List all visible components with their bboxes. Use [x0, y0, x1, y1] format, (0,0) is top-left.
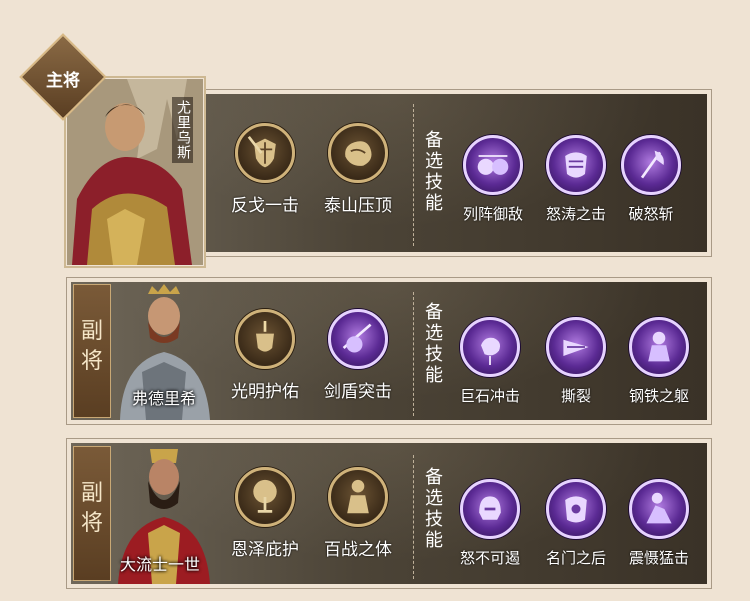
alt-skill-3[interactable]: 破怒斩 — [611, 135, 691, 224]
alt-skill-2[interactable]: 怒涛之击 — [536, 135, 616, 224]
general-portrait-deputy-2[interactable]: 大流士一世 — [112, 443, 214, 584]
alt-skills-title: 备选技能 — [425, 302, 443, 386]
skill-label: 泰山压顶 — [324, 196, 392, 216]
alt-skill-2[interactable]: 撕裂 — [536, 317, 616, 406]
skill-label: 剑盾突击 — [324, 382, 392, 402]
alt-skill-1[interactable]: 列阵御敌 — [453, 135, 533, 224]
main-skill-2[interactable]: 剑盾突击 — [318, 309, 398, 402]
general-portrait-main[interactable]: 尤里乌斯 — [67, 79, 203, 265]
role-tag: 副将 — [73, 284, 111, 418]
sword-shield-charge-icon — [328, 309, 388, 369]
general-name: 大流士一世 — [120, 555, 201, 574]
skill-label: 巨石冲击 — [459, 387, 520, 405]
shield-wall-icon — [463, 135, 523, 195]
skill-label: 怒不可遏 — [459, 549, 520, 567]
role-badge-label: 主将 — [46, 71, 80, 91]
slam-icon — [629, 479, 689, 539]
skill-label: 恩泽庇护 — [231, 540, 299, 560]
axe-icon — [621, 135, 681, 195]
skill-label: 列阵御敌 — [462, 205, 523, 223]
general-name: 弗德里希 — [132, 389, 197, 408]
skill-divider — [413, 455, 414, 579]
skill-label: 百战之体 — [324, 540, 392, 560]
role-tag-label: 副将 — [81, 481, 104, 536]
role-tag-label: 副将 — [81, 319, 104, 374]
tear-icon — [546, 317, 606, 377]
skill-divider — [413, 104, 414, 246]
skill-label: 名门之后 — [545, 549, 606, 567]
skill-label: 怒涛之击 — [545, 205, 606, 223]
shield-sword-icon — [235, 123, 295, 183]
warrior-body-icon — [328, 467, 388, 527]
skill-label: 震慑猛击 — [628, 549, 689, 567]
boulder-icon — [328, 123, 388, 183]
main-skill-1[interactable]: 光明护佑 — [225, 309, 305, 402]
armor-strike-icon — [546, 135, 606, 195]
skill-label: 撕裂 — [560, 387, 591, 405]
skill-label: 反戈一击 — [231, 196, 299, 216]
skill-divider — [413, 292, 414, 416]
skill-label: 破怒斩 — [628, 205, 674, 223]
alt-skills-title: 备选技能 — [425, 467, 443, 551]
alt-skill-1[interactable]: 怒不可遏 — [450, 479, 530, 568]
alt-skill-1[interactable]: 巨石冲击 — [450, 317, 530, 406]
skill-label: 钢铁之躯 — [628, 387, 689, 405]
alt-skill-3[interactable]: 钢铁之躯 — [619, 317, 699, 406]
main-skill-1[interactable]: 反戈一击 — [225, 123, 305, 216]
tree-icon — [235, 467, 295, 527]
rock-impact-icon — [460, 317, 520, 377]
general-name: 尤里乌斯 — [172, 97, 193, 163]
main-skill-1[interactable]: 恩泽庇护 — [225, 467, 305, 560]
alt-skill-3[interactable]: 震慑猛击 — [619, 479, 699, 568]
alt-skill-2[interactable]: 名门之后 — [536, 479, 616, 568]
iron-body-icon — [629, 317, 689, 377]
helmet-rage-icon — [460, 479, 520, 539]
noble-armor-icon — [546, 479, 606, 539]
general-portrait-deputy-1[interactable]: 弗德里希 — [112, 282, 214, 420]
role-tag: 副将 — [73, 446, 111, 581]
alt-skills-title: 备选技能 — [425, 130, 443, 214]
main-skill-2[interactable]: 百战之体 — [318, 467, 398, 560]
skill-label: 光明护佑 — [231, 382, 299, 402]
main-skill-2[interactable]: 泰山压顶 — [318, 123, 398, 216]
holy-shield-icon — [235, 309, 295, 369]
